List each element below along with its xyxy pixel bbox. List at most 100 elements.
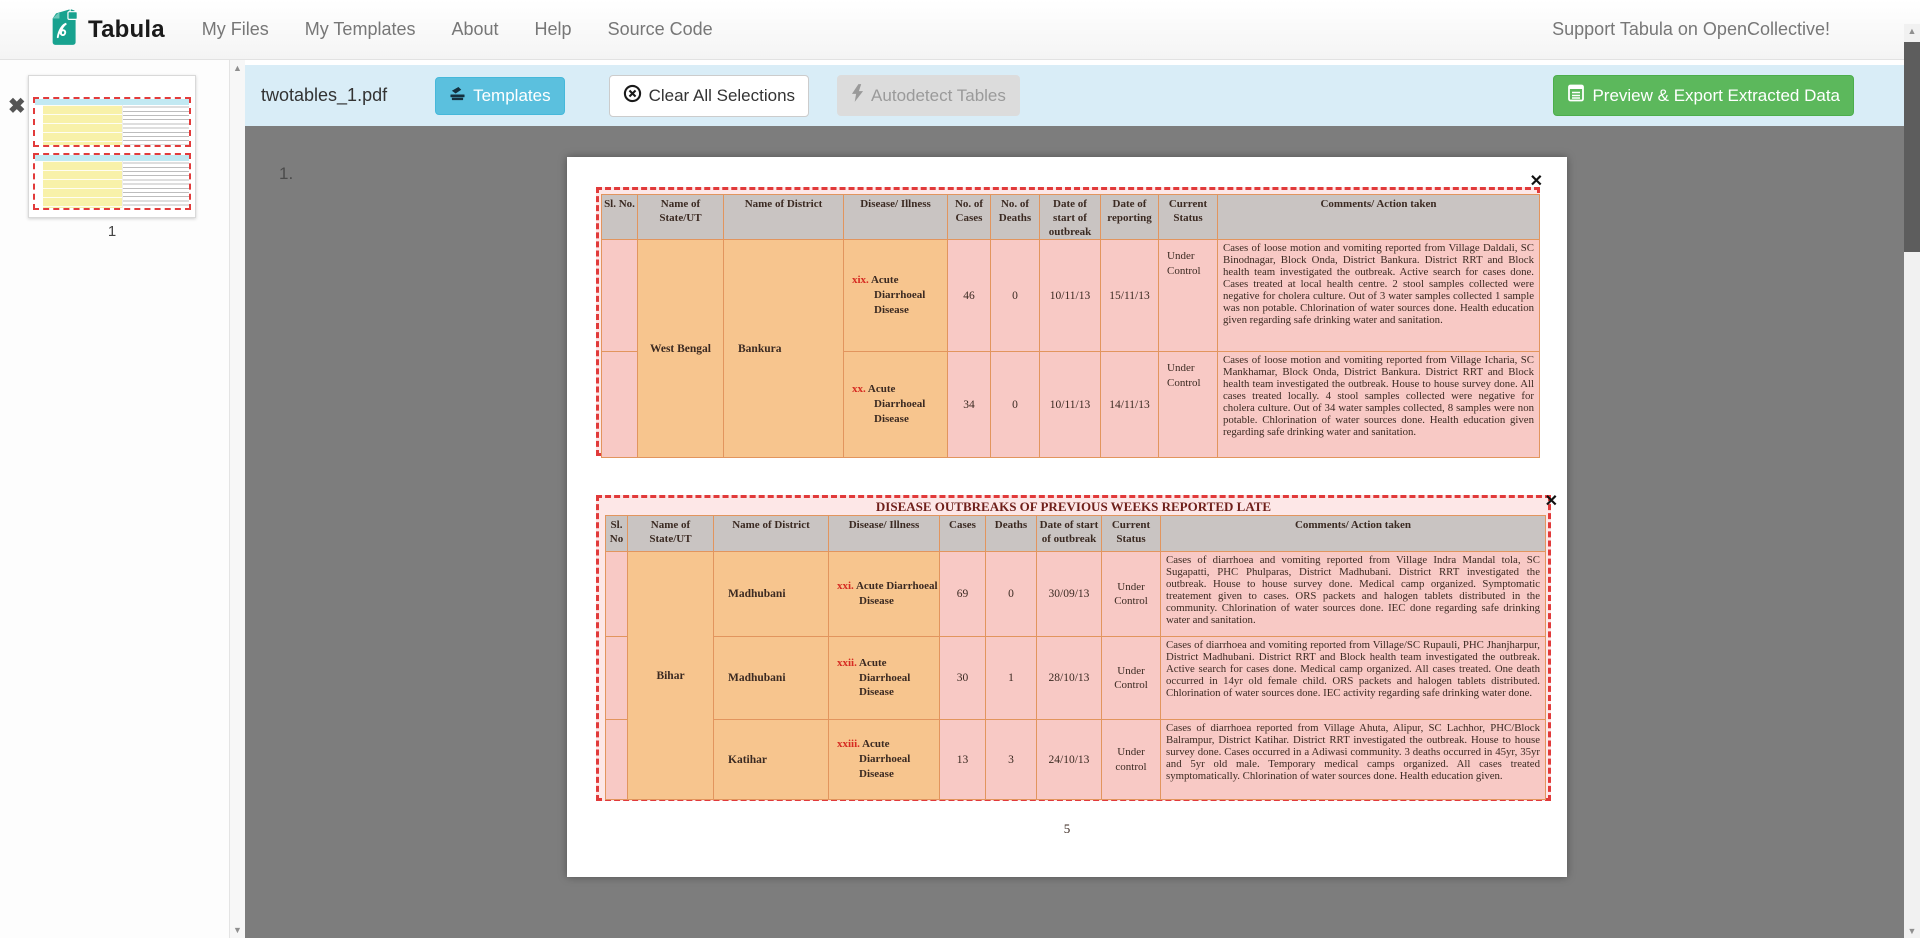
export-button[interactable]: Preview & Export Extracted Data: [1553, 75, 1854, 116]
table-cell-start-date: 10/11/13: [1040, 352, 1101, 458]
pdf-page-number: 5: [567, 821, 1567, 837]
header-sl-no: Sl. No.: [602, 195, 638, 240]
table-cell-deaths: 0: [986, 552, 1037, 637]
thumbnail-close-button[interactable]: ✖: [8, 96, 26, 117]
table-cell-comments: Cases of loose motion and vomiting repor…: [1218, 352, 1540, 458]
header-start-date: Date of start of outbreak: [1037, 516, 1102, 552]
thumbnail-selection-1[interactable]: [33, 97, 191, 147]
table-cell-slno: [606, 720, 628, 800]
tabula-logo-icon: [45, 6, 79, 53]
table-cell-status: Under Control: [1159, 240, 1218, 352]
thumbnail-table-cells: [35, 105, 123, 145]
table-cell-slno: [602, 352, 638, 458]
header-disease: Disease/ Illness: [844, 195, 948, 240]
header-sl-no: Sl. No: [606, 516, 628, 552]
scroll-down-icon[interactable]: ▼: [230, 925, 245, 935]
table-cell-disease: xix. Acute Diarrhoeal Disease: [844, 240, 948, 352]
table-cell-district: Madhubani: [714, 552, 829, 637]
table-cell-comments: Cases of loose motion and vomiting repor…: [1218, 240, 1540, 352]
header-start-date: Date of start of outbreak: [1040, 195, 1101, 240]
header-disease: Disease/ Illness: [829, 516, 940, 552]
table-cell-status: Under Control: [1102, 552, 1161, 637]
table-cell-state: Bihar: [628, 552, 714, 800]
nav-item-source-code[interactable]: Source Code: [608, 19, 713, 40]
table-cell-district: Katihar: [714, 720, 829, 800]
main-scrollbar[interactable]: ▲ ▼: [1904, 24, 1920, 938]
nav-item-my-files[interactable]: My Files: [202, 19, 269, 40]
scroll-up-icon[interactable]: ▲: [230, 63, 245, 73]
table-cell-comments: Cases of diarrhoea and vomiting reported…: [1161, 637, 1546, 720]
export-list-icon: [1567, 84, 1585, 107]
navbar: Tabula My Files My Templates About Help …: [0, 0, 1920, 60]
table-cell-status: Under Control: [1159, 352, 1218, 458]
support-link[interactable]: Support Tabula on OpenCollective!: [1552, 19, 1830, 40]
table-cell-deaths: 0: [991, 240, 1040, 352]
table-cell-start-date: 24/10/13: [1037, 720, 1102, 800]
table-cell-district: Bankura: [724, 240, 844, 458]
page-ordinal: 1.: [279, 164, 293, 184]
table-cell-deaths: 3: [986, 720, 1037, 800]
table-cell-slno: [602, 240, 638, 352]
table-cell-slno: [606, 637, 628, 720]
clear-circle-x-icon: [623, 84, 642, 108]
table-cell-district: Madhubani: [714, 637, 829, 720]
table-cell-state: West Bengal: [638, 240, 724, 458]
workspace: twotables_1.pdf Templates: [245, 60, 1920, 938]
nav-item-my-templates[interactable]: My Templates: [305, 19, 416, 40]
table-selection-overlay-2[interactable]: ✕ DISEASE OUTBREAKS OF PREVIOUS WEEKS RE…: [596, 495, 1551, 801]
table-cell-disease: xxi. Acute Diarrhoeal Disease: [829, 552, 940, 637]
header-cases: No. of Cases: [948, 195, 991, 240]
table-cell-cases: 13: [940, 720, 986, 800]
header-comments: Comments/ Action taken: [1161, 516, 1546, 552]
thumbnail-selection-2[interactable]: [33, 153, 191, 210]
header-district: Name of District: [714, 516, 829, 552]
header-district: Name of District: [724, 195, 844, 240]
templates-button[interactable]: Templates: [435, 77, 564, 115]
table-cell-cases: 69: [940, 552, 986, 637]
scroll-down-icon[interactable]: ▼: [1904, 926, 1920, 936]
table-cell-cases: 30: [940, 637, 986, 720]
table-cell-disease: xx. Acute Diarrhoeal Disease: [844, 352, 948, 458]
pdf-viewer: 1. ✕ Sl. No. Name of State/UT: [245, 126, 1920, 938]
toolbar: twotables_1.pdf Templates: [245, 65, 1920, 126]
sidebar-scrollbar[interactable]: ▲ ▼: [229, 60, 245, 938]
nav-item-about[interactable]: About: [451, 19, 498, 40]
table2-title: DISEASE OUTBREAKS OF PREVIOUS WEEKS REPO…: [599, 499, 1548, 515]
header-state: Name of State/UT: [628, 516, 714, 552]
autodetect-tables-button[interactable]: Autodetect Tables: [837, 75, 1020, 116]
table-cell-disease: xxiii. Acute Diarrhoeal Disease: [829, 720, 940, 800]
header-deaths: No. of Deaths: [991, 195, 1040, 240]
table-cell-comments: Cases of diarrhoea reported from Village…: [1161, 720, 1546, 800]
brand-link[interactable]: Tabula: [45, 6, 165, 53]
table-cell-report-date: 14/11/13: [1101, 352, 1159, 458]
table-selection-overlay-1[interactable]: ✕ Sl. No. Name of State/UT Name of Distr…: [596, 187, 1540, 456]
table-cell-deaths: 0: [991, 352, 1040, 458]
main-nav: My Files My Templates About Help Source …: [202, 19, 713, 40]
table-cell-disease: xxii. Acute Diarrhoeal Disease: [829, 637, 940, 720]
thumbnails-sidebar: ✖ 1 ▲ ▼: [0, 60, 245, 938]
pdf-page[interactable]: ✕ Sl. No. Name of State/UT Name of Distr…: [567, 157, 1567, 877]
filename-label: twotables_1.pdf: [261, 85, 387, 106]
table-cell-slno: [606, 552, 628, 637]
thumbnail-page-number: 1: [28, 223, 196, 240]
thumbnail-table-text: [123, 161, 189, 208]
table-cell-deaths: 1: [986, 637, 1037, 720]
table-cell-start-date: 28/10/13: [1037, 637, 1102, 720]
thumbnail-table-cells: [35, 161, 123, 208]
selection-close-button[interactable]: ✕: [1530, 174, 1543, 190]
header-status: Current Status: [1102, 516, 1161, 552]
table-cell-cases: 34: [948, 352, 991, 458]
nav-item-help[interactable]: Help: [535, 19, 572, 40]
lightning-bolt-icon: [851, 84, 864, 107]
table-cell-comments: Cases of diarrhoea and vomiting reported…: [1161, 552, 1546, 637]
table-cell-status: Under Control: [1102, 637, 1161, 720]
table-cell-cases: 46: [948, 240, 991, 352]
scrollbar-thumb[interactable]: [1904, 42, 1920, 252]
thumbnail-table-text: [123, 105, 189, 145]
clear-selections-button[interactable]: Clear All Selections: [609, 75, 809, 117]
outbreak-table-previous-weeks: Sl. No Name of State/UT Name of District…: [605, 515, 1546, 800]
header-deaths: Deaths: [986, 516, 1037, 552]
page-thumbnail[interactable]: [28, 75, 196, 218]
scroll-up-icon[interactable]: ▲: [1904, 26, 1920, 36]
outbreak-table-current-week: Sl. No. Name of State/UT Name of Distric…: [601, 194, 1540, 458]
